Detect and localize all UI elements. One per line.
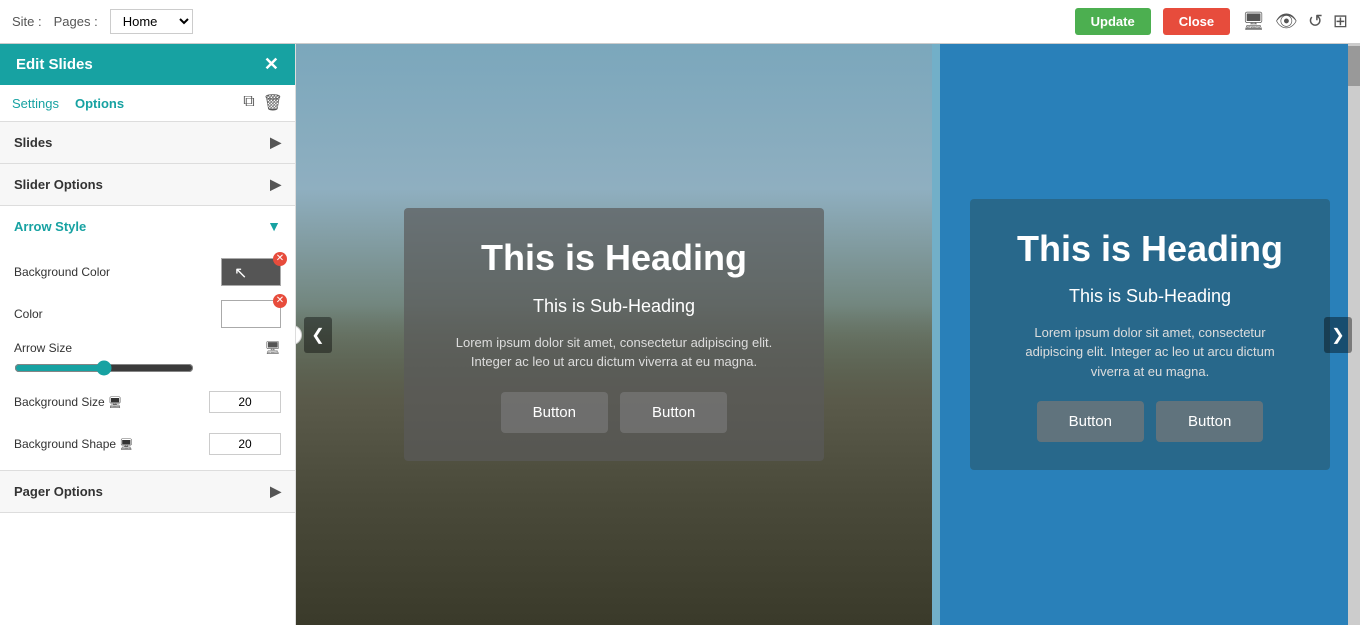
slide-btn1-left[interactable]: Button [501, 392, 608, 433]
topbar: Site : Pages : Home About Contact Update… [0, 0, 1360, 44]
bg-shape-label: Background Shape 🖥 [14, 437, 209, 451]
arrow-size-row: Arrow Size 🖥 [14, 340, 281, 376]
slide-subheading-right: This is Sub-Heading [1006, 286, 1294, 307]
sidebar: Edit Slides ✕ Settings Options ⧉ 🗑 Slide… [0, 44, 296, 625]
arrow-size-label-row: Arrow Size 🖥 [14, 340, 281, 356]
slide-body-left: Lorem ipsum dolor sit amet, consectetur … [440, 333, 788, 372]
pages-label: Pages : [54, 14, 98, 29]
slide-heading-right: This is Heading [1006, 227, 1294, 270]
pages-select[interactable]: Home About Contact [110, 9, 193, 34]
slide-btn2-right[interactable]: Button [1156, 401, 1263, 442]
sidebar-tab-icons: ⧉ 🗑 [243, 93, 283, 113]
arrow-pager: ▶ [270, 483, 281, 500]
color-row: Color ✕ [14, 298, 281, 330]
color-swatch[interactable] [221, 300, 281, 328]
arrow-size-label: Arrow Size [14, 341, 258, 355]
slide-content-box-right: This is Heading This is Sub-Heading Lore… [970, 199, 1330, 471]
bg-shape-icon: 🖥 [119, 439, 133, 451]
accordion-header-pager-options[interactable]: Pager Options ▶ [0, 471, 295, 512]
arrow-style-content: Background Color ↖ ✕ Color ✕ [0, 246, 295, 470]
slide-heading-left: This is Heading [440, 236, 788, 279]
close-button[interactable]: Close [1163, 8, 1230, 35]
section-slider-label: Slider Options [14, 177, 103, 192]
slide-buttons-left: Button Button [440, 392, 788, 433]
copy-icon[interactable]: ⧉ [243, 93, 254, 113]
site-label: Site : [12, 14, 42, 29]
arrow-size-slider[interactable] [14, 360, 194, 376]
update-button[interactable]: Update [1075, 8, 1151, 35]
bg-color-row: Background Color ↖ ✕ [14, 256, 281, 288]
slide-buttons-right: Button Button [1006, 401, 1294, 442]
sitemap-icon[interactable]: ⊞ [1333, 11, 1348, 32]
bg-color-swatch[interactable]: ↖ [221, 258, 281, 286]
slide-divider [932, 44, 940, 625]
bg-size-icon: 🖥 [108, 397, 122, 409]
nav-arrow-right[interactable]: ❯ [1324, 317, 1352, 353]
color-clear[interactable]: ✕ [273, 294, 287, 308]
arrow-slides: ▶ [270, 134, 281, 151]
bg-color-container: ↖ ✕ [221, 258, 281, 286]
section-slides: Slides ▶ [0, 122, 295, 164]
arrow-slider: ▶ [270, 176, 281, 193]
slide-btn1-right[interactable]: Button [1037, 401, 1144, 442]
main-layout: Edit Slides ✕ Settings Options ⧉ 🗑 Slide… [0, 44, 1360, 625]
sidebar-header: Edit Slides ✕ [0, 44, 295, 85]
sidebar-tabs: Settings Options ⧉ 🗑 [0, 85, 295, 122]
bg-color-label: Background Color [14, 265, 221, 279]
monitor-icon[interactable]: 🖥 [1242, 11, 1265, 32]
nav-arrow-left[interactable]: ❮ [304, 317, 332, 353]
slide-content-box-left: This is Heading This is Sub-Heading Lore… [404, 208, 824, 460]
history-icon[interactable]: ↺ [1308, 11, 1323, 32]
slide-subheading-left: This is Sub-Heading [440, 296, 788, 317]
slide-right: This is Heading This is Sub-Heading Lore… [940, 44, 1360, 625]
bg-size-input[interactable] [209, 391, 281, 413]
monitor-small-icon: 🖥 [264, 340, 281, 356]
bg-shape-input[interactable] [209, 433, 281, 455]
topbar-icons: 🖥 👁 ↺ ⊞ [1242, 11, 1348, 32]
color-container: ✕ [221, 300, 281, 328]
trash-icon[interactable]: 🗑 [263, 93, 283, 113]
sidebar-close-icon[interactable]: ✕ [264, 54, 279, 75]
tab-settings[interactable]: Settings [12, 94, 59, 113]
scrollbar-thumb[interactable] [1348, 46, 1360, 86]
accordion-header-arrow-style[interactable]: Arrow Style ▼ [0, 206, 295, 246]
section-arrow-label: Arrow Style [14, 219, 86, 234]
arrow-arrow-style: ▼ [267, 218, 281, 234]
section-pager-options: Pager Options ▶ [0, 471, 295, 513]
eye-icon[interactable]: 👁 [1275, 11, 1298, 32]
section-slides-label: Slides [14, 135, 52, 150]
slide-body-right: Lorem ipsum dolor sit amet, consectetur … [1006, 323, 1294, 382]
section-slider-options: Slider Options ▶ [0, 164, 295, 206]
slide-left: ❮ This is Heading This is Sub-Heading Lo… [296, 44, 932, 625]
bg-size-row: Background Size 🖥 [14, 386, 281, 418]
bg-shape-row: Background Shape 🖥 [14, 428, 281, 460]
sidebar-title: Edit Slides [16, 56, 93, 73]
accordion-header-slides[interactable]: Slides ▶ [0, 122, 295, 163]
accordion-header-slider-options[interactable]: Slider Options ▶ [0, 164, 295, 205]
section-pager-label: Pager Options [14, 484, 103, 499]
canvas-area: ❮ This is Heading This is Sub-Heading Lo… [296, 44, 1360, 625]
bg-size-label: Background Size 🖥 [14, 395, 209, 409]
slide-btn2-left[interactable]: Button [620, 392, 727, 433]
color-label: Color [14, 307, 221, 321]
tab-options[interactable]: Options [75, 94, 124, 113]
cursor-indicator: ↖ [234, 263, 247, 283]
bg-color-clear[interactable]: ✕ [273, 252, 287, 266]
section-arrow-style: Arrow Style ▼ Background Color ↖ ✕ Co [0, 206, 295, 471]
